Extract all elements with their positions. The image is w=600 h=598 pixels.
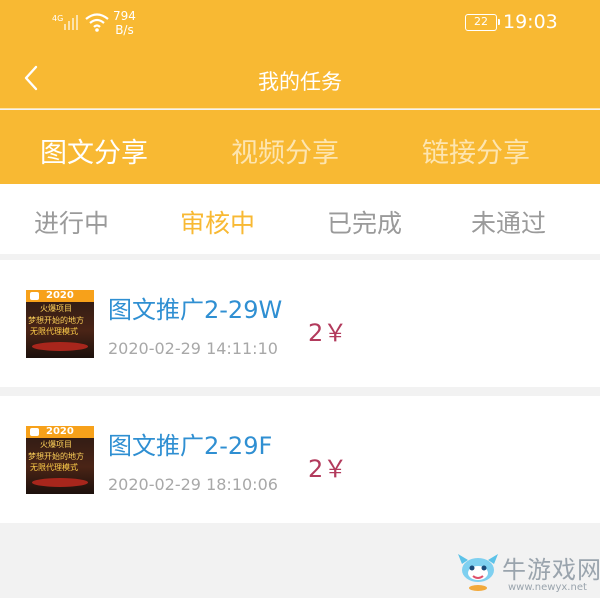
task-status-tabs: 进行中 审核中 已完成 未通过 (0, 184, 600, 254)
thumb-year: 2020 (46, 426, 74, 437)
task-title[interactable]: 图文推广2-29F (108, 426, 272, 461)
thumb-line: 火爆项目 (40, 304, 72, 313)
watermark-name: 牛游戏网 (502, 556, 600, 584)
task-item[interactable]: 2020 火爆项目 梦想开始的地方 无限代理模式 图文推广2-29W 2020-… (0, 260, 600, 387)
battery-icon: 22 (465, 14, 500, 31)
task-thumbnail: 2020 火爆项目 梦想开始的地方 无限代理模式 (26, 290, 94, 358)
brand-logo-icon (30, 292, 39, 300)
tab-video-share[interactable]: 视频分享 (231, 131, 339, 170)
task-title[interactable]: 图文推广2-29W (108, 290, 282, 325)
mascot-logo-icon (458, 554, 498, 591)
task-reward: 2￥ (308, 455, 348, 483)
tab-under-review[interactable]: 审核中 (180, 204, 255, 240)
thumb-line: 梦想开始的地方 (28, 316, 84, 325)
task-reward: 2￥ (308, 319, 348, 347)
tab-link-share[interactable]: 链接分享 (422, 131, 530, 170)
page-title: 我的任务 (258, 70, 342, 94)
thumb-line: 火爆项目 (40, 440, 72, 449)
nav-bar: 我的任务 (0, 46, 600, 109)
task-time: 2020-02-29 14:11:10 (108, 339, 278, 358)
thumb-line: 无限代理模式 (30, 463, 78, 472)
watermark-url: www.newyx.net (508, 582, 587, 593)
tab-image-text-share[interactable]: 图文分享 (40, 131, 148, 170)
thumb-year: 2020 (46, 290, 74, 301)
status-bar: 4G 794 B/s 22 19:03 (0, 0, 600, 46)
thumb-line: 无限代理模式 (30, 327, 78, 336)
signal-icon: 4G (52, 14, 78, 30)
tab-completed[interactable]: 已完成 (327, 204, 402, 240)
brand-logo-icon (30, 428, 39, 436)
site-watermark: 牛游戏网 www.newyx.net (456, 548, 600, 596)
task-item[interactable]: 2020 火爆项目 梦想开始的地方 无限代理模式 图文推广2-29F 2020-… (0, 396, 600, 523)
tab-in-progress[interactable]: 进行中 (34, 204, 109, 240)
thumb-line: 梦想开始的地方 (28, 452, 84, 461)
network-speed: 794 B/s (113, 9, 136, 37)
wifi-icon (85, 13, 109, 32)
network-speed-value: 794 (113, 9, 136, 23)
task-time: 2020-02-29 18:10:06 (108, 475, 278, 494)
network-type-label: 4G (52, 14, 63, 23)
tab-rejected[interactable]: 未通过 (471, 204, 546, 240)
network-speed-unit: B/s (115, 23, 134, 37)
clock: 19:03 (503, 11, 558, 33)
task-thumbnail: 2020 火爆项目 梦想开始的地方 无限代理模式 (26, 426, 94, 494)
share-type-tabs: 图文分享 视频分享 链接分享 (0, 110, 600, 184)
